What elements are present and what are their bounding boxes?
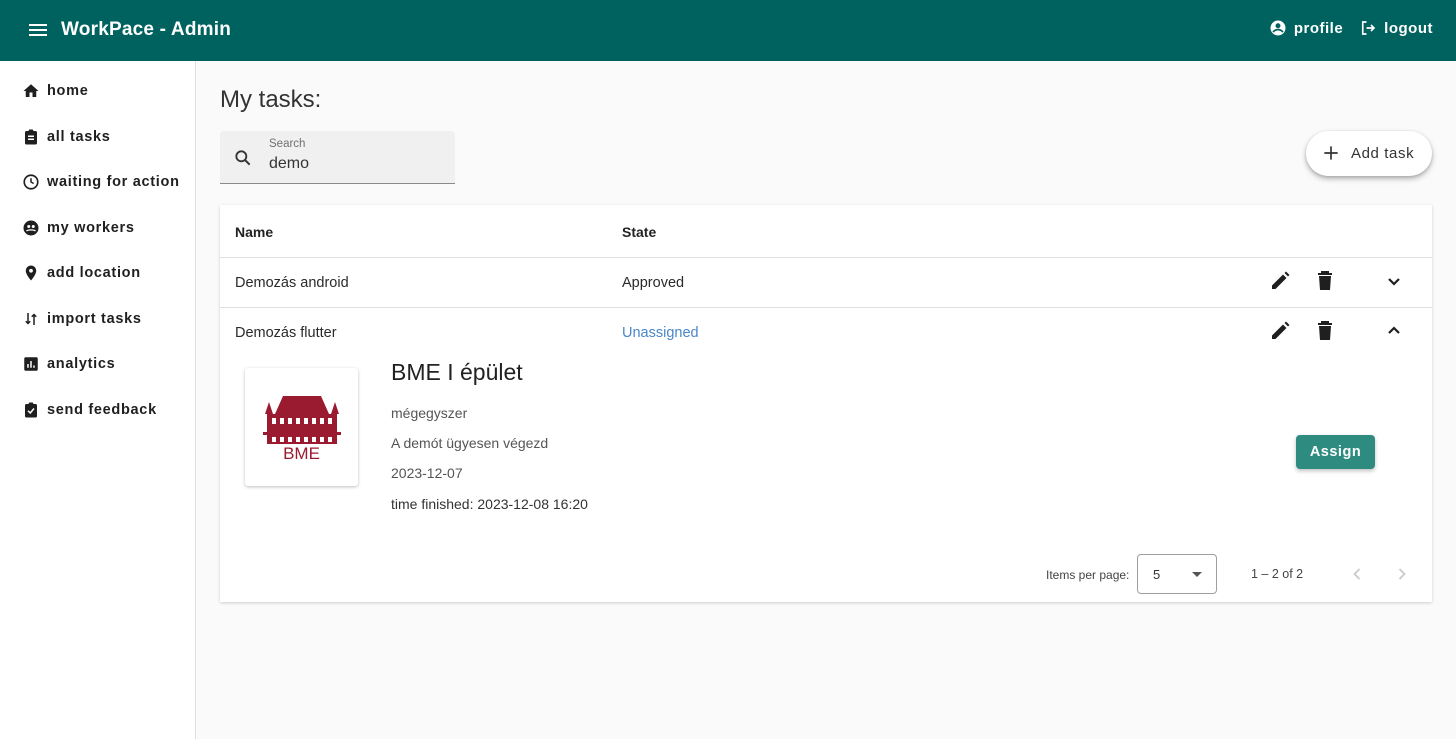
task-state-link[interactable]: Unassigned	[622, 325, 699, 341]
delete-icon[interactable]	[1313, 319, 1337, 343]
task-name: Demozás flutter	[235, 325, 337, 341]
account-circle-icon	[1270, 20, 1286, 36]
top-app-bar: WorkPace - Admin profile logout	[0, 0, 1456, 61]
sidebar-item-label: my workers	[47, 220, 135, 236]
menu-icon[interactable]	[26, 18, 50, 42]
sidebar-item-label: send feedback	[47, 402, 157, 418]
dropdown-arrow-icon	[1192, 572, 1202, 577]
clipboard-icon	[25, 129, 37, 145]
divider	[220, 257, 1432, 258]
sidebar-item-label: all tasks	[47, 129, 111, 145]
add-task-label: Add task	[1351, 145, 1415, 162]
sidebar-item-label: waiting for action	[47, 174, 180, 190]
sidebar-item-home[interactable]: home	[22, 79, 88, 103]
task-state: Approved	[622, 275, 685, 291]
feedback-icon	[25, 402, 37, 418]
previous-page-icon[interactable]	[1347, 564, 1367, 584]
task-name: Demozás android	[235, 275, 349, 291]
column-header-state[interactable]: State	[622, 224, 656, 240]
task-date: 2023-12-07	[391, 465, 463, 481]
divider	[220, 307, 1432, 308]
sidebar-item-send-feedback[interactable]: send feedback	[22, 398, 157, 422]
profile-button[interactable]: profile	[1269, 19, 1343, 37]
sidebar-item-label: import tasks	[47, 311, 142, 327]
page-size-value: 5	[1153, 567, 1161, 582]
logout-button[interactable]: logout	[1359, 19, 1433, 37]
tasks-table: Name State Demozás android Approved Demo…	[220, 205, 1432, 602]
column-header-name[interactable]: Name	[235, 224, 273, 240]
logout-icon	[1362, 21, 1376, 35]
analytics-icon	[24, 357, 38, 371]
sidebar-item-waiting-for-action[interactable]: waiting for action	[22, 170, 180, 194]
task-description: A demót ügyesen végezd	[391, 435, 549, 451]
chevron-down-icon[interactable]	[1382, 269, 1406, 293]
sidebar-item-my-workers[interactable]: my workers	[22, 216, 135, 240]
page-range: 1 – 2 of 2	[1251, 567, 1304, 581]
add-task-button[interactable]: Add task	[1306, 131, 1432, 176]
sidebar-item-label: analytics	[47, 356, 116, 372]
sidebar-item-analytics[interactable]: analytics	[22, 352, 115, 376]
delete-icon[interactable]	[1313, 269, 1337, 293]
search-field[interactable]: Search	[220, 131, 455, 184]
edit-icon[interactable]	[1268, 269, 1292, 293]
task-subtitle: mégegyszer	[391, 405, 468, 421]
items-per-page-label: Items per page:	[1046, 568, 1130, 582]
plus-icon	[1324, 146, 1338, 160]
search-label: Search	[269, 138, 306, 150]
search-icon	[235, 150, 251, 166]
time-finished: time finished: 2023-12-08 16:20	[391, 496, 588, 512]
app-title: WorkPace - Admin	[61, 19, 232, 40]
assign-button[interactable]: Assign	[1296, 435, 1375, 469]
home-icon	[23, 84, 39, 97]
sidebar-item-add-location[interactable]: add location	[22, 261, 141, 285]
sidebar-item-label: home	[47, 83, 89, 99]
logout-label: logout	[1384, 19, 1433, 37]
sidebar-item-all-tasks[interactable]: all tasks	[22, 125, 111, 149]
clock-icon	[23, 174, 39, 190]
sidebar-item-label: add location	[47, 265, 141, 281]
profile-label: profile	[1293, 19, 1344, 37]
page-size-select[interactable]: 5	[1137, 554, 1217, 594]
search-input[interactable]	[269, 155, 449, 173]
page-title: My tasks:	[220, 86, 322, 113]
workers-icon	[23, 220, 39, 236]
location-pin-icon	[25, 265, 37, 281]
sidebar-item-import-tasks[interactable]: import tasks	[22, 307, 142, 331]
chevron-up-icon[interactable]	[1382, 319, 1406, 343]
logo-text: BME	[283, 444, 320, 463]
location-title: BME I épület	[391, 359, 523, 385]
edit-icon[interactable]	[1268, 319, 1292, 343]
location-logo: BME	[245, 368, 358, 486]
import-arrows-icon	[25, 313, 37, 325]
next-page-icon[interactable]	[1392, 564, 1412, 584]
sidebar: home all tasks waiting for action my wor…	[0, 61, 196, 739]
